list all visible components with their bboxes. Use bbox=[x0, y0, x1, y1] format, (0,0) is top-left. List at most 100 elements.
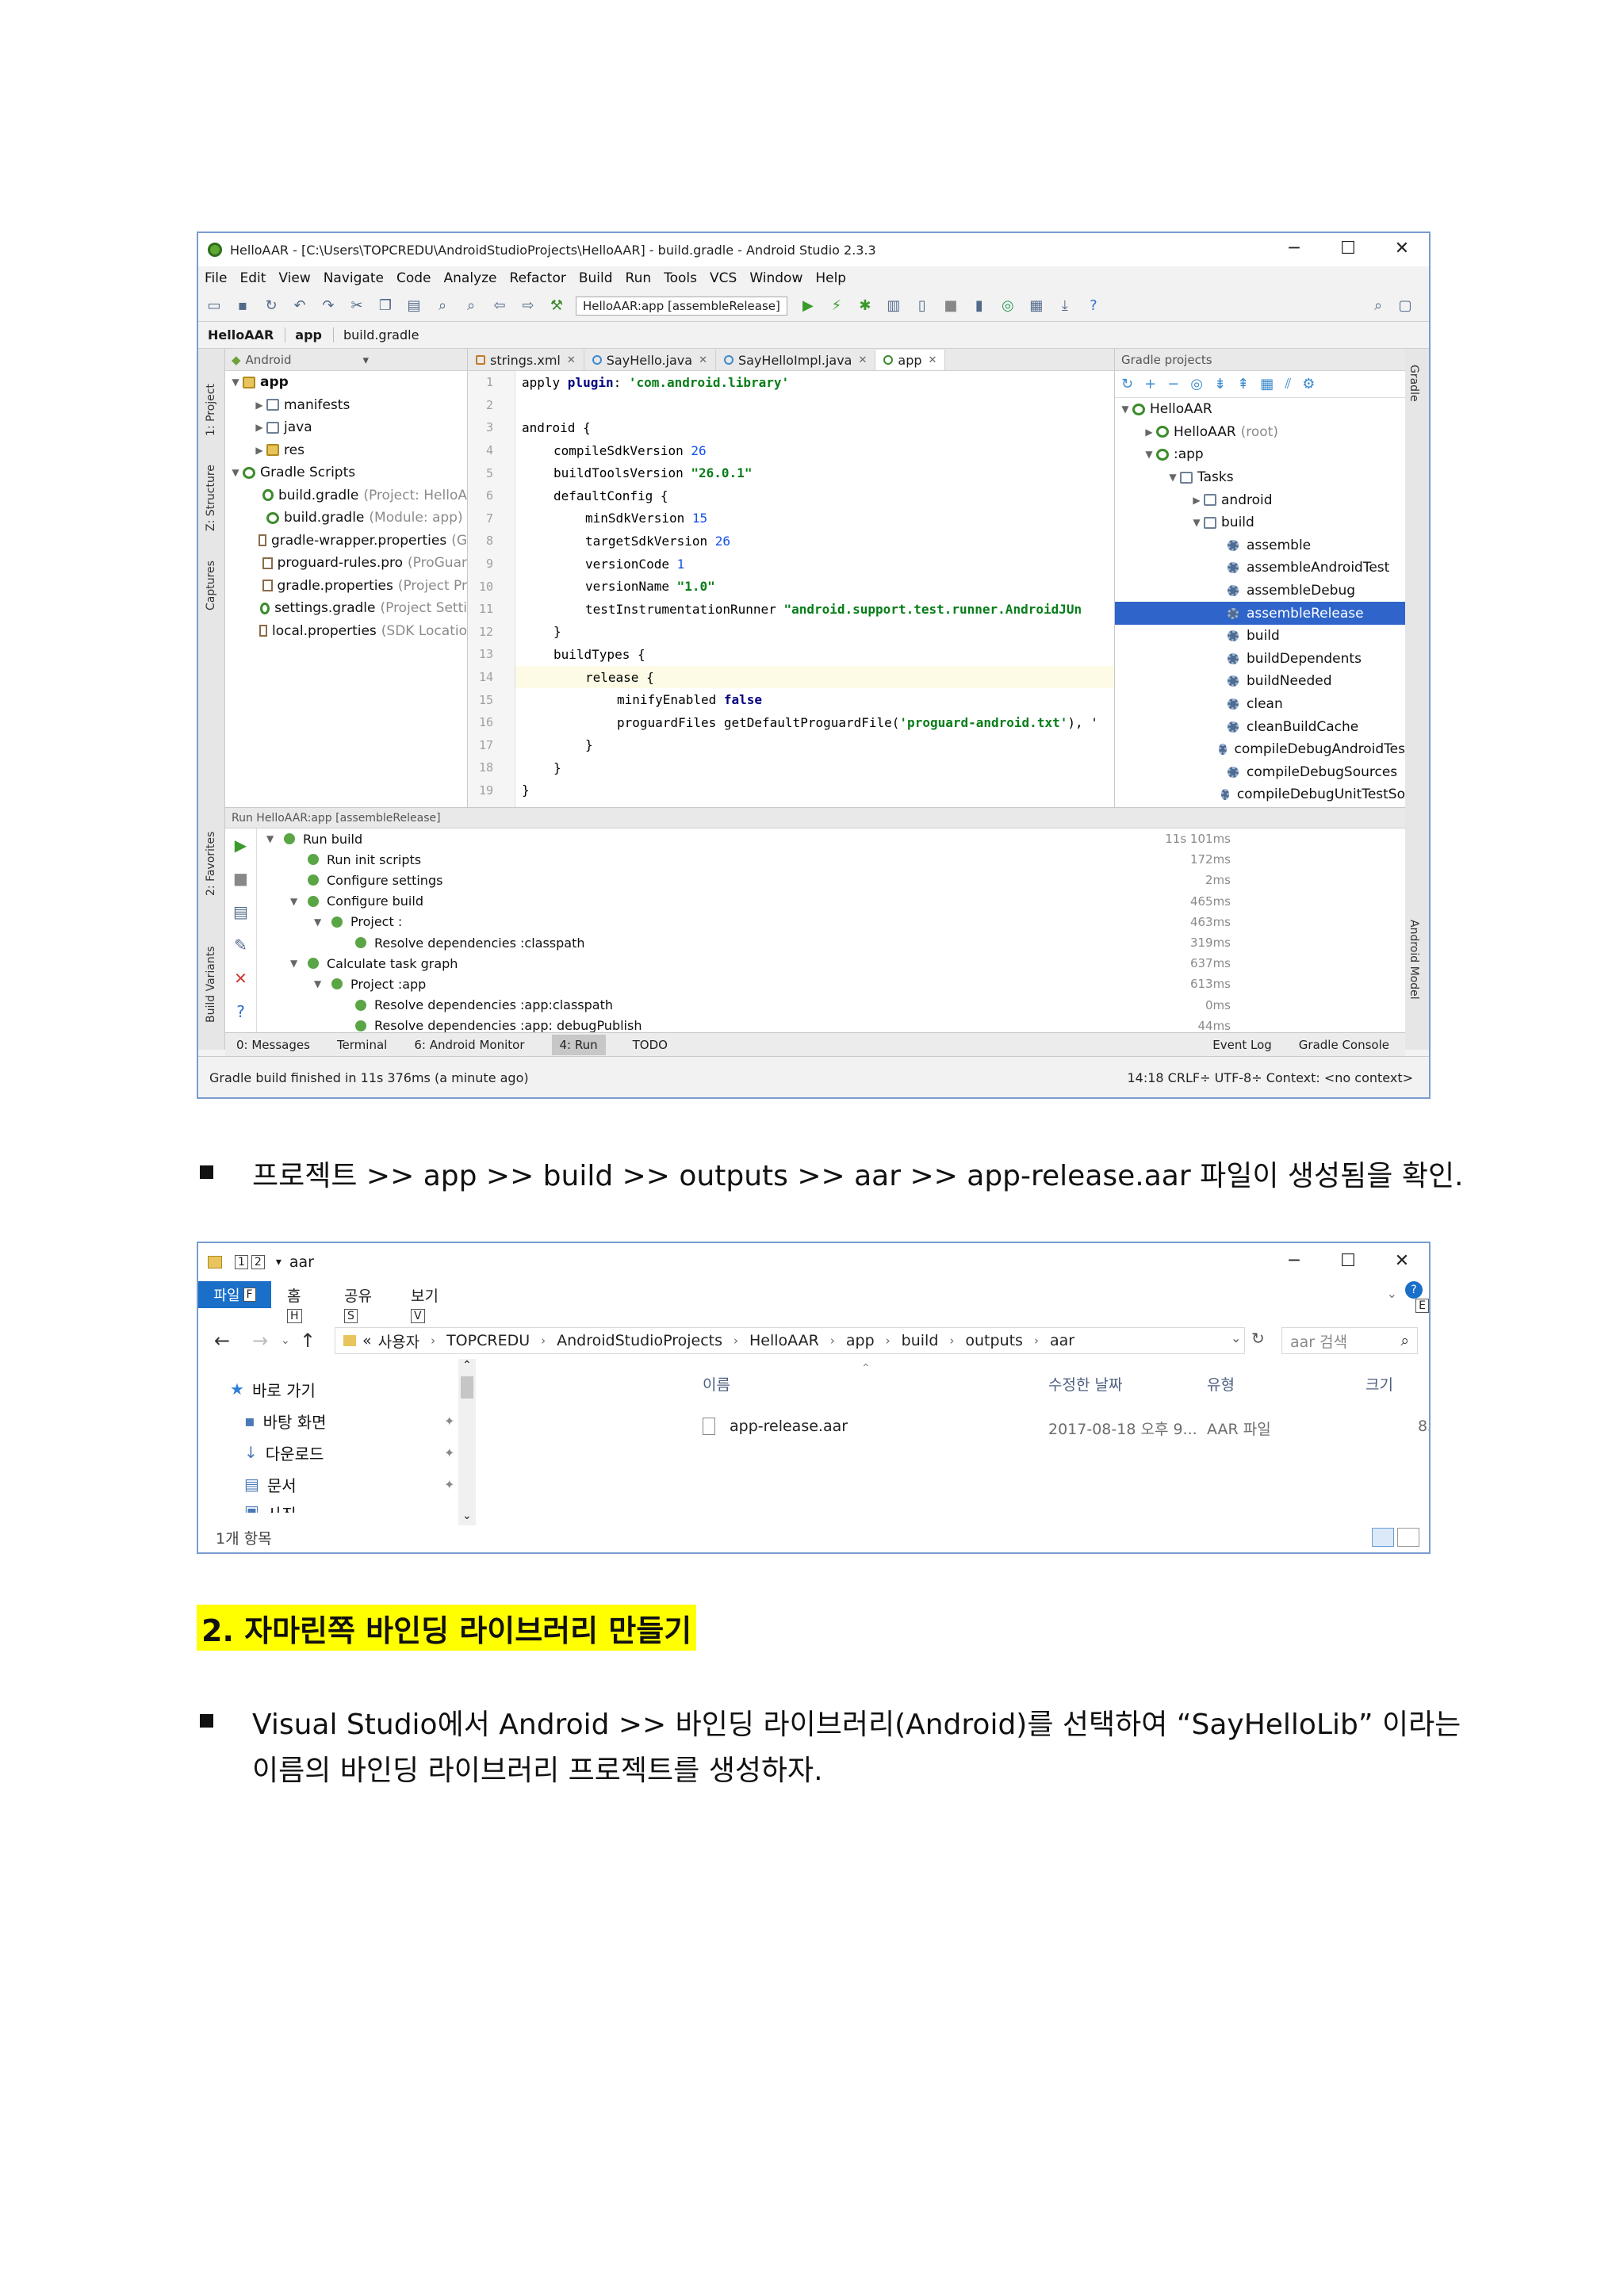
gradle-tree-item[interactable]: compileDebugAndroidTes bbox=[1115, 738, 1405, 761]
expand-arrow-icon[interactable]: ▼ bbox=[266, 833, 284, 844]
tab-view[interactable]: 보기 V bbox=[411, 1284, 439, 1323]
column-header-name[interactable]: 이름 bbox=[703, 1373, 730, 1395]
run-icon[interactable]: ▶ bbox=[799, 297, 818, 315]
tab-share[interactable]: 공유 S bbox=[344, 1284, 372, 1323]
copy-icon[interactable]: ❐ bbox=[376, 297, 395, 315]
run-configuration-select[interactable]: HelloAAR:app [assembleRelease] bbox=[576, 296, 787, 316]
build-step-row[interactable]: Run init scripts 172ms bbox=[257, 849, 1405, 870]
tool-window-tab[interactable]: 4: Run bbox=[551, 1034, 606, 1055]
path-segment[interactable]: AndroidStudioProjects bbox=[557, 1332, 722, 1349]
gradle-tree-item[interactable]: ▼ HelloAAR bbox=[1115, 398, 1405, 421]
menu-item-vcs[interactable]: VCS bbox=[710, 270, 737, 286]
ribbon-expand-icon[interactable]: ⌄ bbox=[1387, 1286, 1397, 1301]
android-model-tool-tab[interactable]: Android Model bbox=[1408, 920, 1420, 1000]
close-button[interactable]: ✕ bbox=[1375, 1243, 1429, 1281]
build-step-row[interactable]: ▼ Calculate task graph 637ms bbox=[257, 953, 1405, 974]
code-area[interactable]: 1 apply plugin: 'com.android.library' 2 3 an… bbox=[479, 371, 1114, 807]
project-tree-item[interactable]: ▶ java bbox=[225, 416, 467, 439]
gradle-tree-item[interactable]: ▼:app bbox=[1115, 443, 1405, 466]
close-icon[interactable]: ✕ bbox=[225, 962, 256, 995]
expand-arrow-icon[interactable]: ▼ bbox=[314, 978, 331, 989]
tool-window-tab[interactable]: Event Log bbox=[1212, 1038, 1272, 1052]
expand-arrow-icon[interactable]: ▼ bbox=[290, 958, 308, 969]
pin-icon[interactable]: ✦ bbox=[444, 1477, 454, 1492]
settings-icon[interactable]: ⚙ bbox=[1302, 376, 1315, 392]
stop-icon[interactable]: ■ bbox=[225, 862, 256, 895]
expand-arrow-icon[interactable]: ▼ bbox=[1142, 449, 1156, 460]
refresh-icon[interactable]: ↻ bbox=[1121, 376, 1133, 392]
nav-item[interactable]: ▪ 바탕 화면 ✦ bbox=[244, 1406, 454, 1435]
path-segment[interactable]: outputs bbox=[965, 1332, 1023, 1349]
collapse-all-icon[interactable]: ⇞ bbox=[1237, 376, 1249, 392]
attach-debugger-icon[interactable]: ▯ bbox=[913, 297, 932, 315]
gradle-tree-item[interactable]: ▼ build bbox=[1115, 511, 1405, 534]
build-step-row[interactable]: ▼ Run build 11s 101ms bbox=[257, 828, 1405, 849]
search-input[interactable]: aar 검색 ⌕ bbox=[1281, 1327, 1418, 1354]
breadcrumb-file[interactable]: build.gradle bbox=[340, 327, 430, 342]
project-tree-item[interactable]: gradle-wrapper.properties (G bbox=[225, 530, 467, 553]
close-tab-icon[interactable]: ✕ bbox=[699, 354, 707, 366]
breadcrumb-module[interactable]: app bbox=[292, 327, 334, 342]
path-separator-icon[interactable]: › bbox=[1034, 1334, 1039, 1348]
make-icon[interactable]: ⚒ bbox=[547, 297, 566, 315]
nav-item[interactable]: ★ 바로 가기 bbox=[230, 1375, 316, 1403]
breadcrumb-project[interactable]: HelloAAR bbox=[205, 327, 286, 342]
project-tree-item[interactable]: local.properties (SDK Locatio bbox=[225, 620, 467, 643]
execute-task-icon[interactable]: ◎ bbox=[1190, 376, 1203, 392]
gradle-tree-item[interactable]: clean bbox=[1115, 693, 1405, 716]
address-dropdown-icon[interactable]: ⌄ bbox=[1231, 1330, 1241, 1345]
tool-window-tab[interactable]: Gradle Console bbox=[1299, 1038, 1389, 1052]
gradle-tree-item[interactable]: ▶ HelloAAR (root) bbox=[1115, 421, 1405, 444]
search-everywhere-icon[interactable]: ⌕ bbox=[1369, 297, 1388, 315]
group-icon[interactable]: ▦ bbox=[1260, 376, 1274, 392]
recent-locations-icon[interactable]: ⌄ bbox=[281, 1334, 290, 1347]
close-tab-icon[interactable]: ✕ bbox=[929, 354, 937, 366]
path-segment[interactable]: 사용자 bbox=[378, 1330, 419, 1352]
editor-tab[interactable]: strings.xml ✕ bbox=[468, 350, 584, 370]
project-tree-item[interactable]: ▶ res bbox=[225, 439, 467, 462]
pin-icon[interactable]: ✦ bbox=[444, 1414, 454, 1429]
project-tool-tab[interactable]: 1: Project bbox=[205, 384, 217, 436]
gradle-tree-item[interactable]: compileDebugUnitTestSo bbox=[1115, 783, 1405, 806]
details-view-icon[interactable] bbox=[1372, 1528, 1394, 1547]
expand-arrow-icon[interactable]: ▼ bbox=[228, 467, 243, 478]
menu-item-code[interactable]: Code bbox=[396, 270, 431, 286]
expand-arrow-icon[interactable]: ▼ bbox=[1166, 472, 1180, 483]
navigation-scrollbar[interactable]: ⌃ ⌄ bbox=[458, 1359, 476, 1525]
project-tree-item[interactable]: ▼ Gradle Scripts bbox=[225, 461, 467, 484]
add-icon[interactable]: + bbox=[1144, 376, 1156, 392]
project-structure-icon[interactable]: ▦ bbox=[1027, 297, 1046, 315]
menu-item-build[interactable]: Build bbox=[579, 270, 613, 286]
menu-item-tools[interactable]: Tools bbox=[664, 270, 697, 286]
project-tree-item[interactable]: ▼ app bbox=[225, 371, 467, 394]
minimize-button[interactable]: ─ bbox=[1267, 233, 1321, 266]
find-icon[interactable]: ⌕ bbox=[433, 297, 452, 315]
path-segment[interactable]: build bbox=[902, 1332, 939, 1349]
editor-tab[interactable]: SayHelloImpl.java ✕ bbox=[716, 350, 876, 370]
forward-icon[interactable]: ⇨ bbox=[519, 297, 538, 315]
tool-window-tab[interactable]: TODO bbox=[633, 1038, 668, 1052]
maximize-button[interactable]: ☐ bbox=[1321, 233, 1375, 266]
project-tree-item[interactable]: build.gradle (Module: app) bbox=[225, 507, 467, 530]
expand-all-icon[interactable]: ⇟ bbox=[1214, 376, 1226, 392]
pin-icon[interactable]: ✎ bbox=[225, 928, 256, 962]
quick-access-key-1[interactable]: 1 bbox=[235, 1255, 248, 1269]
chevron-down-icon[interactable]: ▾ bbox=[276, 1256, 282, 1269]
sdk-manager-icon[interactable]: ⤓ bbox=[1055, 297, 1074, 315]
maximize-button[interactable]: ☐ bbox=[1321, 1243, 1375, 1281]
path-separator-icon[interactable]: › bbox=[733, 1334, 738, 1348]
expand-arrow-icon[interactable]: ▼ bbox=[1189, 517, 1204, 528]
redo-icon[interactable]: ↷ bbox=[319, 297, 338, 315]
menu-item-refactor[interactable]: Refactor bbox=[510, 270, 566, 286]
expand-arrow-icon[interactable]: ▶ bbox=[1142, 427, 1156, 438]
menu-item-help[interactable]: Help bbox=[815, 270, 846, 286]
build-step-row[interactable]: Resolve dependencies :classpath 319ms bbox=[257, 932, 1405, 953]
build-step-row[interactable]: Configure settings 2ms bbox=[257, 870, 1405, 890]
path-segment[interactable]: aar bbox=[1050, 1332, 1074, 1349]
favorites-tool-tab[interactable]: 2: Favorites bbox=[205, 832, 217, 896]
scroll-thumb[interactable] bbox=[461, 1376, 473, 1399]
expand-arrow-icon[interactable]: ▶ bbox=[1189, 495, 1204, 506]
gradle-task-selected[interactable]: assembleRelease bbox=[1115, 602, 1405, 625]
project-tree-item[interactable]: proguard-rules.pro (ProGuar bbox=[225, 552, 467, 575]
gradle-tree-item[interactable]: assemble bbox=[1115, 534, 1405, 557]
